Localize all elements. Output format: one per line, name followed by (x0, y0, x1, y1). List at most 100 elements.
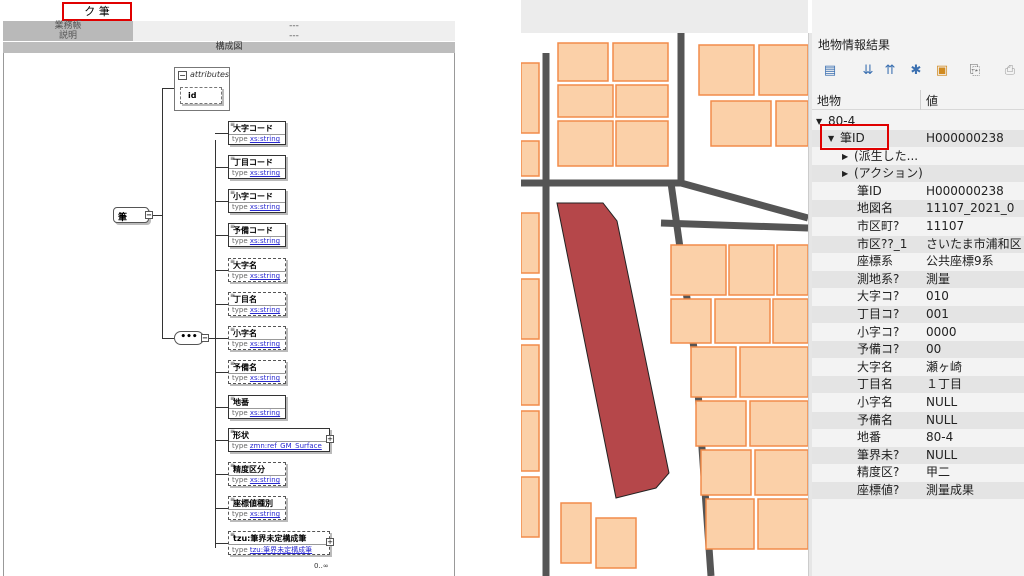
meta-value: --- (133, 31, 455, 41)
attribute-name: 大字名 (857, 359, 894, 374)
type-link[interactable]: tzu:筆界未定構成筆 (250, 546, 312, 554)
map-canvas[interactable] (521, 0, 808, 576)
column-feature[interactable]: 地物 (817, 92, 841, 109)
attribute-row[interactable]: 地番 80-4 (812, 429, 1024, 446)
type-link[interactable]: xs:string (250, 135, 280, 143)
attribute-row[interactable]: ▶ (派生した... (812, 148, 1024, 165)
connector-line (215, 407, 228, 408)
copy-icon[interactable]: ⎘ (965, 60, 985, 80)
type-link[interactable]: xs:string (250, 374, 280, 382)
connector-line (215, 338, 228, 339)
collapse-all-icon[interactable]: ⇈ (880, 60, 900, 80)
attribute-value: 甲二 (926, 465, 951, 480)
attribute-row[interactable]: 丁目名 １丁目 (812, 376, 1024, 394)
attribute-row[interactable]: 大字コ? 010 (812, 288, 1024, 305)
attribute-row[interactable]: 小字名 NULL (812, 394, 1024, 411)
attribute-row[interactable]: 予備名 NULL (812, 411, 1024, 429)
schema-element[interactable]: ≡ 形状 type zmn:ref_GM_Surface + (228, 428, 334, 452)
column-divider[interactable] (920, 90, 921, 110)
map-svg[interactable] (521, 33, 808, 576)
attribute-row[interactable]: 筆ID H000000238 (812, 183, 1024, 200)
attribute-row[interactable]: 筆界未? NULL (812, 446, 1024, 464)
attribute-row[interactable]: 市区町? 11107 (812, 218, 1024, 235)
attribute-value: 瀬ヶ崎 (926, 359, 963, 374)
attribute-row[interactable]: 丁目コ? 001 (812, 306, 1024, 323)
collapsed-arrow-icon[interactable]: ▶ (842, 148, 848, 165)
root-element-node[interactable]: 筆 − (113, 207, 153, 223)
attribute-row[interactable]: 市区??_1 さいたま市浦和区 (812, 235, 1024, 253)
collapse-icon[interactable]: − (145, 211, 153, 219)
type-link[interactable]: xs:string (250, 203, 280, 211)
parcel (775, 100, 808, 147)
element-type: type xs:string (232, 306, 280, 314)
schema-element[interactable]: ≡ 大字名 type xs:string (228, 258, 286, 282)
collapse-icon[interactable]: − (201, 334, 209, 342)
attribute-value: １丁目 (926, 377, 963, 392)
type-link[interactable]: xs:string (250, 272, 280, 280)
schema-element[interactable]: ≡ 小字コード type xs:string (228, 189, 286, 213)
collapse-icon[interactable]: − (178, 71, 187, 80)
schema-element[interactable]: ≡ 予備コード type xs:string (228, 223, 286, 247)
type-link[interactable]: xs:string (250, 409, 280, 417)
attribute-name: (派生した... (854, 148, 919, 163)
schema-element[interactable]: ≡ 予備名 type xs:string (228, 360, 286, 384)
attribute-name: 予備コ? (857, 342, 900, 357)
type-link[interactable]: xs:string (250, 340, 280, 348)
attribute-row[interactable]: 座標系 公共座標9系 (812, 253, 1024, 270)
attribute-value: H000000238 (926, 183, 1004, 198)
attribute-name: 筆界未? (857, 447, 900, 462)
schema-element[interactable]: ≡ 精度区分 type xs:string (228, 462, 286, 486)
expand-icon[interactable]: + (326, 538, 334, 546)
schema-header-tab[interactable]: ク 筆 (62, 2, 132, 21)
attribute-row[interactable]: 精度区? 甲二 (812, 464, 1024, 481)
attribute-row[interactable]: ▶ (アクション) (812, 165, 1024, 183)
attribute-name: 筆ID (857, 183, 882, 198)
expand-icon[interactable]: + (326, 435, 334, 443)
collapsed-arrow-icon[interactable]: ▶ (842, 165, 848, 182)
element-name: 小字コード (233, 192, 273, 201)
type-link[interactable]: xs:string (250, 237, 280, 245)
type-link[interactable]: xs:string (250, 306, 280, 314)
expand-tree-icon[interactable]: ▤ (820, 60, 840, 80)
panel-toolbar: ▤ ⇊ ⇈ ✱ ▣ ⎘ ⎙ (820, 60, 1024, 82)
schema-element[interactable]: ≡ 丁目名 type xs:string (228, 292, 286, 316)
attribute-value: 測量成果 (926, 483, 975, 497)
type-link[interactable]: xs:string (250, 476, 280, 484)
type-prefix: type (232, 409, 248, 417)
type-link[interactable]: xs:string (250, 169, 280, 177)
attribute-name: 予備名 (857, 412, 894, 427)
sequence-node[interactable]: ••• − (174, 331, 209, 345)
parcel (776, 244, 808, 296)
parcel (521, 476, 540, 538)
attribute-row[interactable]: 測地系? 測量 (812, 270, 1024, 288)
schema-element[interactable]: ≡ tzu:筆界未定構成筆 type tzu:筆界未定構成筆 + (228, 531, 334, 555)
attribute-id[interactable]: id (180, 87, 222, 104)
attribute-name: 地図名 (857, 201, 894, 216)
column-header: 地物 値 (812, 90, 1024, 110)
element-type: type xs:string (232, 272, 280, 280)
schema-element[interactable]: ≡ 大字コード type xs:string (228, 121, 286, 145)
element-type: type xs:string (232, 476, 280, 484)
attribute-name: 精度区? (857, 465, 900, 480)
attribute-row[interactable]: 小字コ? 0000 (812, 324, 1024, 341)
attribute-row[interactable]: 予備コ? 00 (812, 341, 1024, 359)
expand-all-icon[interactable]: ⇊ (858, 60, 878, 80)
highlight-icon[interactable]: ▣ (932, 60, 952, 80)
schema-element[interactable]: ≡ 座標値種別 type xs:string (228, 496, 286, 520)
column-value[interactable]: 値 (926, 92, 938, 109)
type-link[interactable]: xs:string (250, 510, 280, 518)
attribute-row[interactable]: 大字名 瀬ヶ崎 (812, 359, 1024, 376)
attribute-row[interactable]: 座標値? 測量成果 (812, 482, 1024, 499)
print-icon[interactable]: ⎙ (1000, 60, 1020, 80)
schema-element[interactable]: ≡ 丁目コード type xs:string (228, 155, 286, 179)
parcel (714, 298, 771, 344)
attribute-value: 0000 (926, 324, 957, 339)
element-name: tzu:筆界未定構成筆 (233, 534, 307, 543)
attribute-value: 11107_2021_0 (926, 201, 1015, 216)
element-name: 丁目コード (233, 158, 273, 167)
attribute-row[interactable]: 地図名 11107_2021_0 (812, 200, 1024, 218)
type-link[interactable]: zmn:ref_GM_Surface (250, 442, 322, 450)
schema-element[interactable]: ≡ 地番 type xs:string (228, 395, 286, 419)
schema-element[interactable]: ≡ 小字名 type xs:string (228, 326, 286, 350)
select-icon[interactable]: ✱ (906, 60, 926, 80)
